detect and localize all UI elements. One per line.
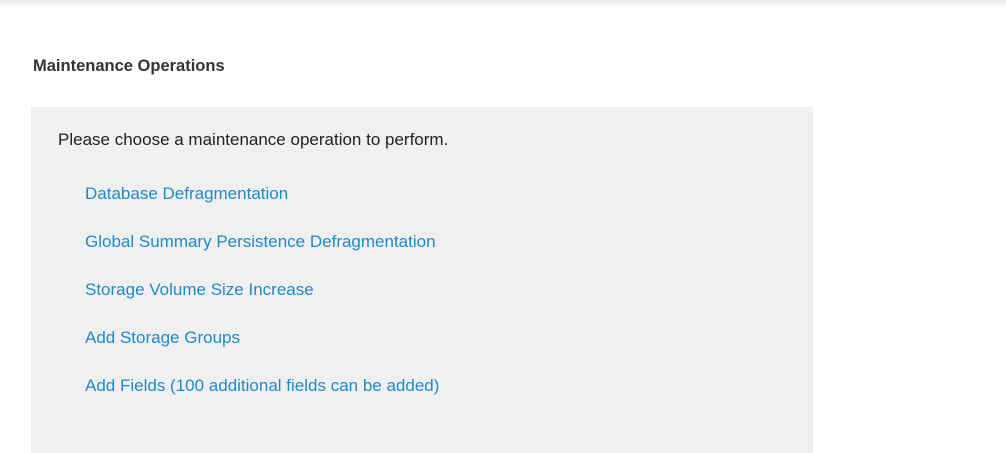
operation-list: Database Defragmentation Global Summary …	[85, 184, 439, 424]
list-item: Storage Volume Size Increase	[85, 280, 439, 328]
storage-volume-size-increase-link[interactable]: Storage Volume Size Increase	[85, 280, 314, 299]
list-item: Global Summary Persistence Defragmentati…	[85, 232, 439, 280]
add-storage-groups-link[interactable]: Add Storage Groups	[85, 328, 240, 347]
maintenance-panel: Please choose a maintenance operation to…	[31, 107, 813, 453]
list-item: Add Storage Groups	[85, 328, 439, 376]
list-item: Add Fields (100 additional fields can be…	[85, 376, 439, 424]
global-summary-persistence-defragmentation-link[interactable]: Global Summary Persistence Defragmentati…	[85, 232, 436, 251]
list-item: Database Defragmentation	[85, 184, 439, 232]
panel-prompt: Please choose a maintenance operation to…	[58, 130, 449, 149]
add-fields-link[interactable]: Add Fields (100 additional fields can be…	[85, 376, 439, 395]
header-shadow	[0, 0, 1006, 8]
database-defragmentation-link[interactable]: Database Defragmentation	[85, 184, 288, 203]
section-title: Maintenance Operations	[33, 57, 225, 75]
